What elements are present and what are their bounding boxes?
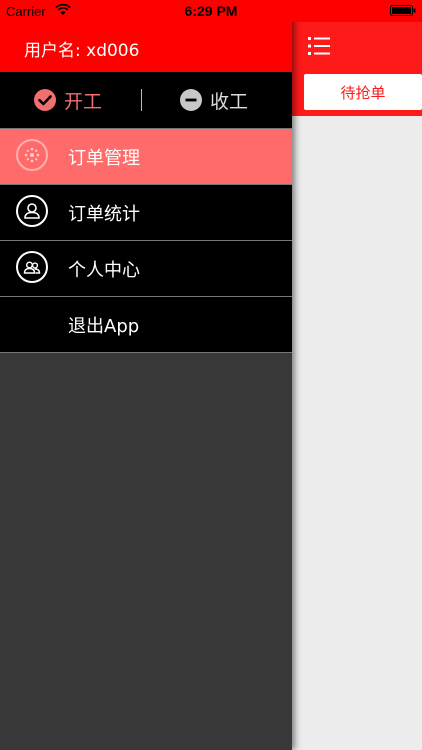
main-header [292,22,422,72]
menu-item-personal-center[interactable]: 个人中心 [0,241,292,297]
main-content [292,116,422,750]
status-divider [141,89,142,111]
username-label: 用户名: xd006 [24,41,140,61]
stop-work-button[interactable]: 收工 [180,72,248,128]
side-drawer: 用户名: xd006 开工 收工 订单管理 订单统计 个人中心 退出App [0,0,292,750]
status-bar: Carrier 6:29 PM [0,0,422,22]
menu-item-label: 订单统计 [68,203,140,225]
menu-item-label: 个人中心 [68,259,140,281]
menu-item-label: 订单管理 [68,147,140,169]
menu-item-order-management[interactable]: 订单管理 [0,129,292,185]
start-work-label: 开工 [64,90,103,113]
users-icon [16,251,48,283]
tab-pending-orders[interactable]: 待抢单 [304,74,422,110]
menu-item-label: 退出App [68,315,140,337]
work-status-row: 开工 收工 [0,72,292,129]
tab-bar: 待抢单 [292,72,422,116]
menu-item-order-statistics[interactable]: 订单统计 [0,185,292,241]
minus-circle-icon [180,89,202,111]
stop-work-label: 收工 [210,90,249,113]
start-work-button[interactable]: 开工 [34,72,102,128]
menu-item-logout[interactable]: 退出App [0,297,292,353]
status-time: 6:29 PM [184,3,238,19]
user-icon [16,195,48,227]
gear-dots-icon [16,139,48,171]
battery-icon [390,5,416,16]
check-circle-icon [34,89,56,111]
menu-list-icon[interactable] [308,35,332,57]
